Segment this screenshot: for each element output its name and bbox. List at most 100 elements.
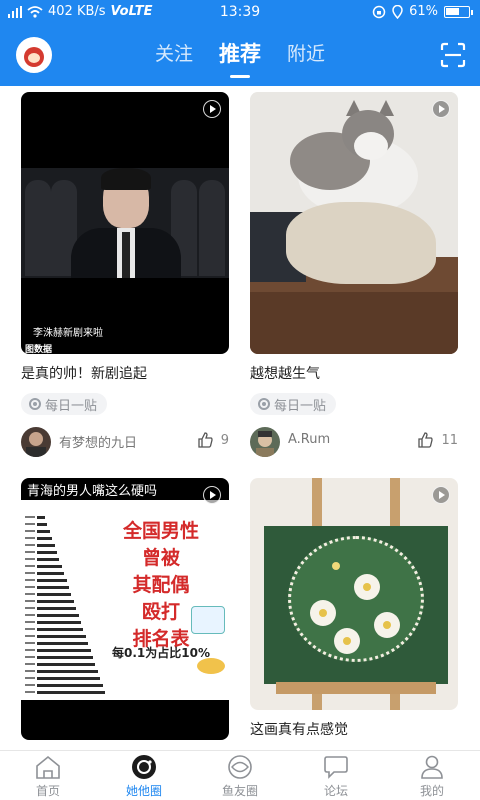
chart-bar — [37, 537, 53, 540]
topic-tag-label: 每日一贴 — [274, 398, 327, 414]
lock-rotation-icon — [372, 5, 386, 19]
chart-row-label — [25, 628, 35, 630]
like-button[interactable]: 9 — [197, 432, 229, 448]
nav-me[interactable]: 我的 — [384, 751, 480, 800]
thumbs-up-icon — [198, 432, 213, 448]
tab-following[interactable]: 关注 — [155, 40, 193, 68]
nav-forum-label: 论坛 — [323, 784, 348, 798]
video-caption: 李洙赫新剧来啦 — [33, 328, 103, 339]
chart-row-label — [25, 649, 35, 651]
tab-recommended[interactable]: 推荐 — [219, 40, 261, 78]
thumbs-up-icon — [418, 432, 434, 448]
header: 关注 推荐 附近 — [0, 24, 480, 86]
chart-row-label — [25, 565, 35, 567]
post-thumbnail[interactable]: 李洙赫新剧来啦 图数据 — [21, 92, 229, 354]
chart-row-label — [25, 684, 35, 686]
post-meta: 有梦想的九日 9 — [21, 427, 229, 457]
author-avatar[interactable] — [21, 427, 51, 457]
top-bar: 402 KB/s VoLTE 13:39 61% 关注 推荐 附近 — [0, 0, 480, 86]
chart-bar — [37, 656, 93, 659]
author-name[interactable]: 有梦想的九日 — [59, 432, 137, 451]
chart-row-label — [25, 621, 35, 623]
badge-icon — [191, 606, 225, 634]
chart-bar — [37, 572, 65, 575]
chart-row-label — [25, 677, 35, 679]
chart-row-label — [25, 544, 35, 546]
video-heading: 青海的男人嘴这么硬吗 — [27, 484, 158, 499]
topic-tag[interactable]: 每日一贴 — [21, 393, 108, 415]
like-button[interactable]: 11 — [417, 432, 458, 448]
chart-bar — [37, 649, 91, 652]
chart-bar — [37, 558, 60, 561]
author-avatar[interactable] — [250, 427, 280, 457]
nav-home[interactable]: 首页 — [0, 751, 96, 800]
play-icon — [203, 100, 221, 118]
chart-row-label — [25, 656, 35, 658]
post-card[interactable]: 越想越生气 每日一贴 A.Rum 11 — [250, 92, 458, 457]
play-icon — [432, 486, 450, 504]
chart-row-label — [25, 593, 35, 595]
like-count: 11 — [441, 432, 458, 448]
post-title: 这画真有点感觉 — [250, 722, 348, 738]
chart-row-label — [25, 558, 35, 560]
bottom-navigation: 首页 她他圈 鱼友圈 论坛 我的 — [0, 750, 480, 800]
chart-row-label — [25, 642, 35, 644]
post-card[interactable]: 李洙赫新剧来啦 图数据 是真的帅！新剧追起 每日一贴 有梦想的九日 9 — [21, 92, 229, 457]
chart-row-label — [25, 670, 35, 672]
chart-row-label — [25, 579, 35, 581]
chart-bar — [37, 670, 98, 673]
nav-me-label: 我的 — [419, 784, 444, 798]
active-tab-indicator — [230, 75, 250, 78]
status-bar: 402 KB/s VoLTE 13:39 61% — [0, 0, 480, 24]
nav-forum[interactable]: 论坛 — [288, 751, 384, 800]
chart-row-label — [25, 586, 35, 588]
nav-circle[interactable]: 她他圈 — [96, 751, 192, 800]
chart-bar — [37, 565, 62, 568]
scan-icon[interactable] — [440, 42, 466, 68]
chart-row-label — [25, 663, 35, 665]
chart-row-label — [25, 600, 35, 602]
post-card[interactable]: 青海的男人嘴这么硬吗 全国男性 曾被 其配偶 殴打 排名表 每0.1为占比10% — [21, 478, 229, 740]
chart-bar — [37, 530, 50, 533]
profile-icon — [421, 755, 443, 779]
post-thumbnail[interactable]: 青海的男人嘴这么硬吗 全国男性 曾被 其配偶 殴打 排名表 每0.1为占比10% — [21, 478, 229, 740]
tab-nearby-label: 附近 — [287, 43, 326, 65]
chart-bar — [37, 635, 86, 638]
post-title: 是真的帅！新剧追起 — [21, 366, 147, 382]
chat-bubble-icon — [324, 756, 348, 779]
chart-row-label — [25, 635, 35, 637]
nav-home-label: 首页 — [35, 784, 60, 798]
chart-row-label — [25, 572, 35, 574]
chart-bar — [37, 642, 89, 645]
nav-fish-friends[interactable]: 鱼友圈 — [192, 751, 288, 800]
like-count: 9 — [220, 432, 229, 448]
battery-percent: 61% — [409, 4, 438, 19]
post-thumbnail[interactable] — [250, 478, 458, 710]
chart-bar — [37, 516, 45, 519]
chart-bar — [37, 663, 96, 666]
tab-nearby[interactable]: 附近 — [287, 40, 325, 68]
chart-bar — [37, 691, 105, 694]
chart-row-label — [25, 530, 35, 532]
chart-row-label — [25, 607, 35, 609]
tab-following-label: 关注 — [154, 43, 193, 65]
location-icon — [392, 5, 403, 19]
home-icon — [36, 755, 60, 779]
feed[interactable]: 李洙赫新剧来啦 图数据 是真的帅！新剧追起 每日一贴 有梦想的九日 9 越想越生… — [0, 86, 480, 750]
chart-bar — [37, 621, 81, 624]
chart-row-label — [25, 537, 35, 539]
author-name[interactable]: A.Rum — [288, 432, 330, 447]
circle-camera-icon — [132, 755, 156, 779]
chart-row-label — [25, 691, 35, 693]
topic-tag[interactable]: 每日一贴 — [250, 393, 337, 415]
play-icon — [203, 486, 221, 504]
post-card[interactable]: 这画真有点感觉 — [250, 478, 458, 740]
chart-bar — [37, 579, 67, 582]
post-thumbnail[interactable] — [250, 92, 458, 354]
chart-bar — [37, 593, 72, 596]
nav-fish-friends-label: 鱼友圈 — [221, 784, 258, 798]
chart-row-label — [25, 523, 35, 525]
chart-bar — [37, 523, 48, 526]
video-watermark: 图数据 — [25, 345, 53, 354]
topic-icon — [258, 398, 270, 410]
